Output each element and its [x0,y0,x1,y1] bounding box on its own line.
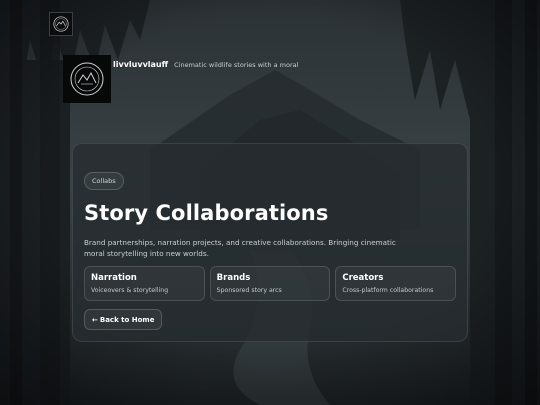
brand-logo[interactable] [63,55,111,103]
tile-subtitle: Cross-platform collaborations [342,287,434,294]
brand-tagline: Cinematic wildlife stories with a moral [174,61,299,69]
back-to-home-button[interactable]: ← Back to Home [84,309,163,330]
section-chip: Collabs [84,172,124,190]
page: livvluvvlauff Cinematic wildlife stories… [0,0,540,405]
tile-narration[interactable]: Narration Voiceovers & storytelling [84,266,205,301]
page-description: Brand partnerships, narration projects, … [84,238,396,258]
brand-name[interactable]: livvluvvlauff [113,60,168,69]
page-title: Story Collaborations [84,201,329,225]
collab-types: Narration Voiceovers & storytelling Bran… [84,266,457,301]
circular-mountain-emblem-icon [53,16,69,32]
circular-mountain-emblem-icon [70,62,104,96]
tile-title: Brands [216,273,251,283]
top-logo[interactable] [49,12,73,36]
tile-subtitle: Voiceovers & storytelling [91,287,169,294]
tile-brands[interactable]: Brands Sponsored story arcs [209,266,331,301]
arrow-left-icon: ← [92,315,98,324]
back-button-label: Back to Home [99,315,155,324]
collabs-card: Collabs Story Collaborations Brand partn… [72,143,468,342]
brand-header: livvluvvlauff Cinematic wildlife stories… [63,55,298,103]
tile-title: Narration [91,273,137,283]
tile-subtitle: Sponsored story arcs [216,287,282,294]
tile-creators[interactable]: Creators Cross-platform collaborations [335,266,457,301]
tile-title: Creators [342,273,384,283]
